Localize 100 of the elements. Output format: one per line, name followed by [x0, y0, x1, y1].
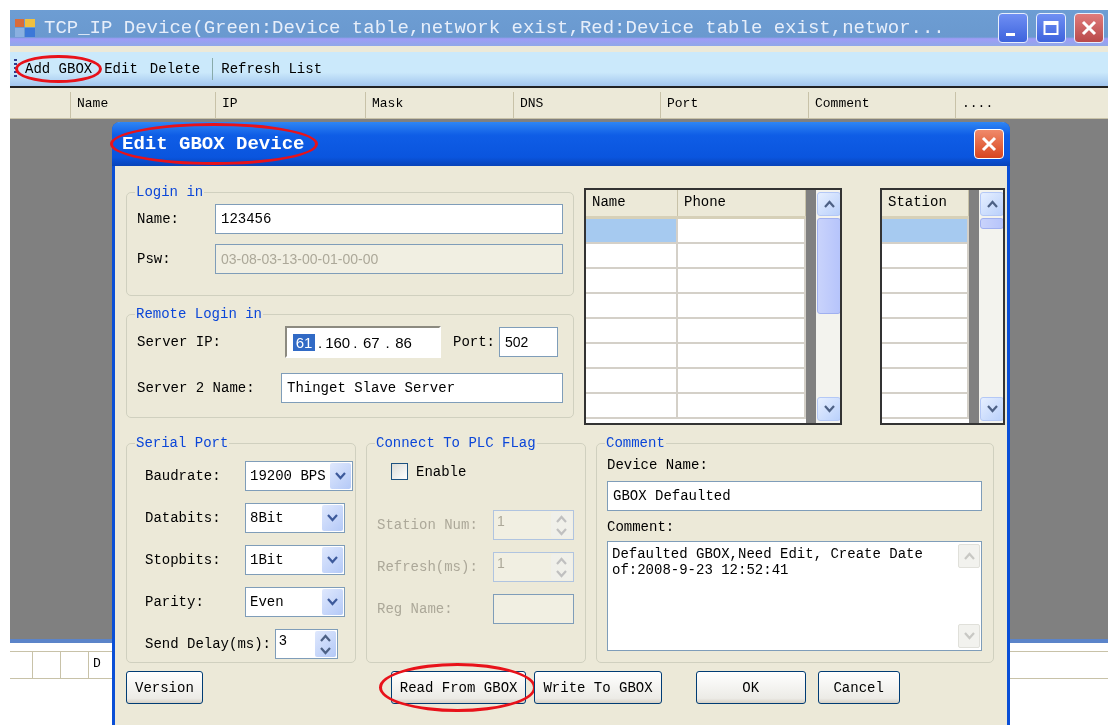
dialog-button[interactable]: OK	[695, 671, 806, 704]
app-icon	[14, 18, 36, 38]
table-row[interactable]	[882, 294, 969, 319]
chevron-down-icon	[327, 598, 338, 606]
toolbar-button[interactable]: Delete	[145, 59, 205, 79]
dialog-title: Edit GBOX Device	[122, 133, 305, 155]
field-label: Databits:	[145, 510, 222, 526]
group-title: Remote Login in	[135, 306, 264, 322]
field-label: Device Name:	[607, 457, 708, 473]
version-button[interactable]: Version	[126, 671, 203, 704]
dropdown[interactable]: 19200 BPS	[245, 461, 353, 491]
table-row[interactable]	[586, 394, 806, 419]
chevron-up-icon	[556, 514, 567, 523]
table-row[interactable]	[586, 344, 806, 369]
table-row[interactable]	[882, 319, 969, 344]
enable-checkbox[interactable]	[391, 463, 408, 480]
field-label: Server IP:	[137, 334, 222, 350]
minimize-icon	[1006, 32, 1015, 36]
dialog-button[interactable]: Read From GBOX	[390, 671, 527, 704]
chevron-down-icon	[556, 569, 567, 578]
field-label: Send Delay(ms):	[145, 636, 272, 652]
spinner-field: 1	[493, 552, 574, 582]
chevron-down-icon	[963, 632, 975, 640]
maximize-button[interactable]	[1036, 13, 1066, 43]
toolbar-grip[interactable]	[14, 59, 17, 79]
close-button[interactable]	[1074, 13, 1104, 43]
ip-address-field[interactable]: 61 . 160 . 67 . 86	[285, 326, 441, 358]
spinner-field: 1	[493, 510, 574, 540]
chevron-up-icon	[320, 633, 332, 642]
comment-text-area[interactable]: Defaulted GBOX,Need Edit, Create Date of:2008-9-23 12:52:41	[607, 541, 982, 651]
group-title: Connect To PLC FLag	[375, 435, 537, 451]
table-row[interactable]	[882, 344, 969, 369]
scroll-up-button[interactable]	[817, 192, 840, 216]
scrollbar-thumb[interactable]	[817, 218, 840, 314]
field-label: Stopbits:	[145, 552, 222, 568]
column-header[interactable]: Comment	[808, 92, 955, 118]
column-header[interactable]: Name	[70, 92, 215, 118]
chevron-down-icon	[823, 405, 835, 413]
chevron-down-icon	[556, 527, 567, 536]
table-row[interactable]	[586, 244, 806, 269]
table-row[interactable]	[882, 219, 969, 244]
table-row[interactable]	[586, 219, 806, 244]
group-title: Serial Port	[135, 435, 230, 451]
scroll-up-button[interactable]	[980, 192, 1003, 216]
table-row[interactable]	[882, 394, 969, 419]
table-row[interactable]	[586, 369, 806, 394]
field-label: Comment:	[607, 519, 675, 535]
checkbox-label: Enable	[416, 463, 467, 480]
table-row[interactable]	[586, 294, 806, 319]
chevron-up-icon	[986, 200, 998, 208]
scroll-down-button[interactable]	[980, 397, 1003, 421]
chevron-up-icon	[823, 200, 835, 208]
input-field[interactable]: 123456	[215, 204, 563, 234]
column-header[interactable]: Port	[660, 92, 808, 118]
window-title: TCP_IP Device(Green:Device table,network exist,Red:Device table exist,networ...	[44, 17, 946, 39]
group-title: Comment	[605, 435, 666, 451]
column-header[interactable]: Mask	[365, 92, 513, 118]
chevron-down-icon	[320, 646, 332, 655]
column-header[interactable]: Name	[586, 190, 678, 216]
field-label: Server 2 Name:	[137, 380, 256, 396]
input-field[interactable]: GBOX Defaulted	[607, 481, 982, 511]
field-label: Psw:	[137, 251, 172, 267]
toolbar-button[interactable]: Refresh List	[217, 59, 327, 79]
column-header[interactable]: DNS	[513, 92, 660, 118]
table-row[interactable]	[882, 369, 969, 394]
field-label: Refresh(ms):	[377, 559, 479, 575]
field-label: Station Num:	[377, 517, 479, 533]
chevron-up-icon	[556, 556, 567, 565]
field-label: Parity:	[145, 594, 205, 610]
dropdown[interactable]: 1Bit	[245, 545, 345, 575]
toolbar-button[interactable]: Add GBOX	[21, 59, 97, 79]
toolbar-button[interactable]: Edit	[100, 59, 142, 79]
close-icon	[980, 135, 998, 153]
scroll-down-button[interactable]	[817, 397, 840, 421]
table-row[interactable]	[586, 319, 806, 344]
chevron-down-icon	[327, 556, 338, 564]
chevron-down-icon	[334, 472, 346, 480]
table-row[interactable]	[882, 244, 969, 269]
input-field: 03-08-03-13-00-01-00-00	[215, 244, 563, 274]
dropdown[interactable]: 8Bit	[245, 503, 345, 533]
minimize-button[interactable]	[998, 13, 1028, 43]
spinner-field[interactable]: 3	[275, 629, 339, 659]
dialog-button[interactable]: Cancel	[817, 671, 900, 704]
scrollbar-thumb[interactable]	[980, 218, 1003, 229]
chevron-up-icon	[963, 552, 975, 560]
field-label: Name:	[137, 211, 180, 227]
field-label: Reg Name:	[377, 601, 454, 617]
dialog-button[interactable]: Write To GBOX	[534, 671, 662, 704]
column-header[interactable]: IP	[215, 92, 365, 118]
input-field[interactable]: Thinget Slave Server	[281, 373, 563, 403]
maximize-icon	[1043, 20, 1059, 36]
dropdown[interactable]: Even	[245, 587, 345, 617]
table-row[interactable]	[882, 269, 969, 294]
chevron-down-icon	[986, 405, 998, 413]
close-icon	[1081, 20, 1097, 36]
group-title: Login in	[135, 184, 205, 200]
field-label: Baudrate:	[145, 468, 222, 484]
column-header[interactable]: ....	[955, 92, 1108, 118]
table-row[interactable]	[586, 269, 806, 294]
input-field[interactable]: 502	[499, 327, 558, 357]
